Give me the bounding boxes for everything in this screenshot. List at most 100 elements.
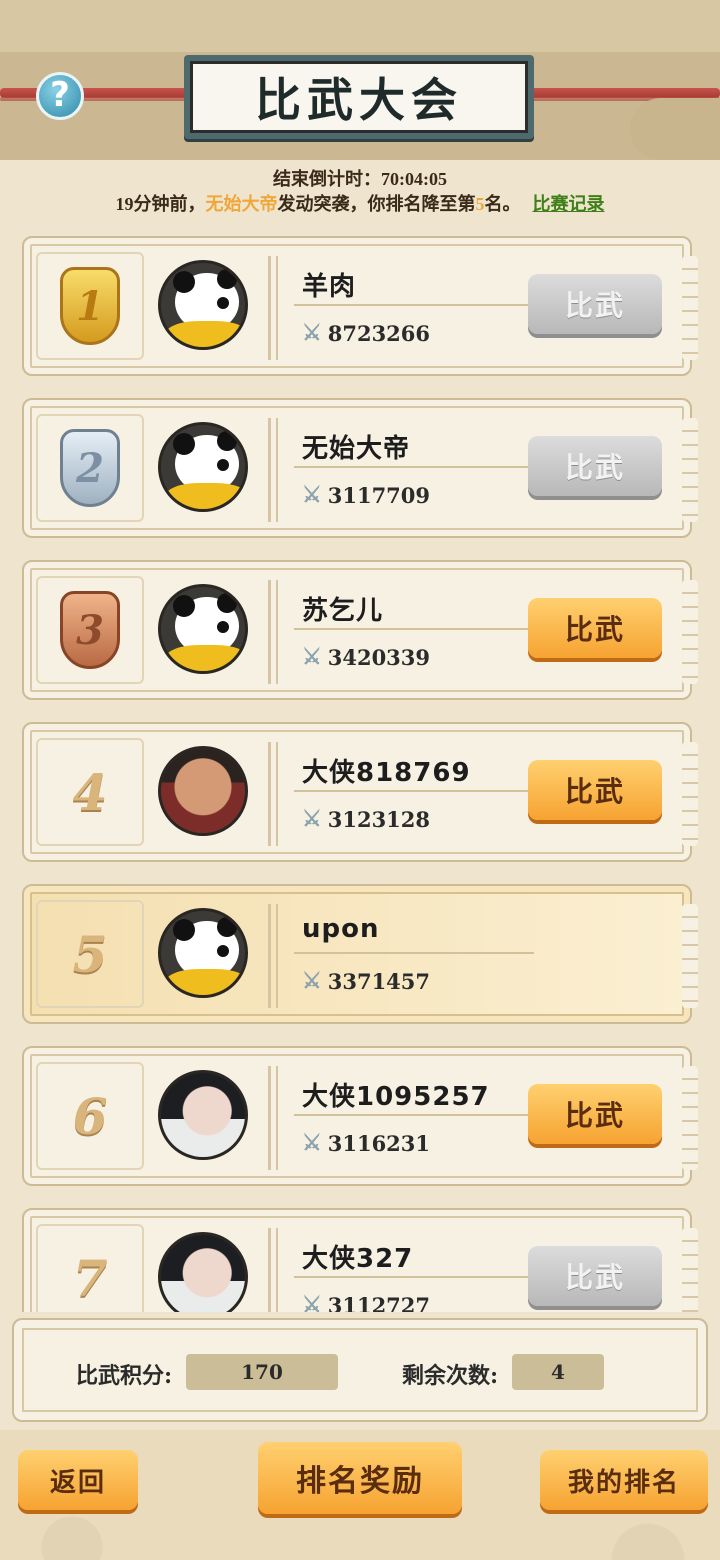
cloud-decoration <box>630 98 720 160</box>
scholar-avatar-icon <box>161 1235 245 1312</box>
separator-line <box>294 1276 534 1278</box>
challenge-button[interactable]: 比武 <box>528 760 662 820</box>
crossed-swords-icon: ⚔ <box>302 1130 322 1156</box>
notice-rank: 5 <box>475 194 485 214</box>
rank-badge: 5 <box>36 900 144 1008</box>
gold-medal-icon: 1 <box>60 267 120 345</box>
rank-card: 7 大侠327 ⚔ 3112727 比武 <box>22 1208 698 1312</box>
combat-power: ⚔ 3117709 <box>302 482 430 508</box>
separator-line <box>294 628 534 630</box>
title-plaque: 比武大会 <box>184 55 534 139</box>
challenge-button[interactable]: 比武 <box>528 436 662 496</box>
divider <box>268 904 278 1008</box>
scholar-avatar-icon <box>161 1073 245 1157</box>
remaining-value: 4 <box>512 1354 604 1390</box>
notice-prefix: 19分钟前， <box>115 194 206 214</box>
player-avatar[interactable] <box>158 584 248 674</box>
rank-card: 1 羊肉 ⚔ 8723266 比武 <box>22 236 698 376</box>
player-name: 大侠818769 <box>302 758 471 788</box>
notice-middle: 发动突袭，你排名降至第 <box>277 194 476 214</box>
challenge-button[interactable]: 比武 <box>528 1246 662 1306</box>
my-rank-button[interactable]: 我的排名 <box>540 1450 708 1510</box>
panda-avatar-icon <box>161 263 245 347</box>
rank-badge: 1 <box>36 252 144 360</box>
combat-power: ⚔ 3420339 <box>302 644 430 670</box>
separator-line <box>294 1114 534 1116</box>
help-icon[interactable]: ? <box>36 72 84 120</box>
rank-badge: 6 <box>36 1062 144 1170</box>
divider <box>268 1228 278 1312</box>
attack-notice: 19分钟前，无始大帝发动突袭，你排名降至第5名。 比赛记录 <box>0 190 720 216</box>
divider <box>268 742 278 846</box>
scroll-edge-decoration <box>682 418 698 522</box>
countdown: 结束倒计时：70:04:05 <box>0 165 720 191</box>
rank-card: 5 upon ⚔ 3371457 <box>22 884 698 1024</box>
player-avatar[interactable] <box>158 422 248 512</box>
rank-card: 6 大侠1095257 ⚔ 3116231 比武 <box>22 1046 698 1186</box>
notice-suffix: 名。 <box>484 194 521 214</box>
scroll-edge-decoration <box>682 742 698 846</box>
challenge-button[interactable]: 比武 <box>528 598 662 658</box>
scroll-edge-decoration <box>682 580 698 684</box>
crossed-swords-icon: ⚔ <box>302 320 322 346</box>
footer: 返回 排名奖励 我的排名 <box>0 1430 720 1560</box>
rank-badge: 3 <box>36 576 144 684</box>
ranking-list[interactable]: 1 羊肉 ⚔ 8723266 比武 2 无始大帝 ⚔ 3117709 比武 3 苏乞儿 ⚔ 3420339… <box>0 232 720 1312</box>
back-button[interactable]: 返回 <box>18 1450 138 1510</box>
combat-power-value: 3420339 <box>327 644 431 670</box>
challenge-button[interactable]: 比武 <box>528 274 662 334</box>
crossed-swords-icon: ⚔ <box>302 482 322 508</box>
combat-power: ⚔ 3123128 <box>302 806 430 832</box>
combat-power-value: 3117709 <box>327 482 431 508</box>
separator-line <box>294 466 534 468</box>
rank-badge: 2 <box>36 414 144 522</box>
countdown-value: 70:04:05 <box>381 169 447 189</box>
scroll-edge-decoration <box>682 1066 698 1170</box>
player-name: 大侠1095257 <box>302 1082 490 1112</box>
page-title: 比武大会 <box>255 73 463 127</box>
crossed-swords-icon: ⚔ <box>302 1292 322 1312</box>
player-name: 大侠327 <box>302 1244 414 1274</box>
silver-medal-icon: 2 <box>60 429 120 507</box>
scroll-edge-decoration <box>682 256 698 360</box>
points-value: 170 <box>186 1354 338 1390</box>
panda-avatar-icon <box>161 587 245 671</box>
challenge-button[interactable]: 比武 <box>528 1084 662 1144</box>
warrior-avatar-icon <box>161 749 245 833</box>
rank-badge: 4 <box>36 738 144 846</box>
player-avatar[interactable] <box>158 1070 248 1160</box>
bronze-medal-icon: 3 <box>60 591 120 669</box>
rank-number: 4 <box>72 762 108 822</box>
stats-panel: 比武积分: 170 剩余次数: 4 <box>12 1318 708 1422</box>
player-name: 羊肉 <box>302 272 357 302</box>
scroll-edge-decoration <box>682 1228 698 1312</box>
rank-badge: 7 <box>36 1224 144 1312</box>
attacker-name: 无始大帝 <box>205 194 278 214</box>
panda-avatar-icon <box>161 911 245 995</box>
combat-power: ⚔ 3116231 <box>302 1130 430 1156</box>
match-record-link[interactable]: 比赛记录 <box>533 194 605 214</box>
combat-power: ⚔ 8723266 <box>302 320 430 346</box>
rank-card: 2 无始大帝 ⚔ 3117709 比武 <box>22 398 698 538</box>
player-name: 苏乞儿 <box>302 596 384 626</box>
divider <box>268 1066 278 1170</box>
combat-power: ⚔ 3112727 <box>302 1292 430 1312</box>
divider <box>268 256 278 360</box>
player-avatar[interactable] <box>158 746 248 836</box>
rank-number: 5 <box>72 924 108 984</box>
player-avatar[interactable] <box>158 260 248 350</box>
player-name: upon <box>302 914 380 944</box>
crossed-swords-icon: ⚔ <box>302 806 322 832</box>
player-avatar[interactable] <box>158 1232 248 1312</box>
player-avatar[interactable] <box>158 908 248 998</box>
points-label: 比武积分: <box>76 1363 173 1389</box>
divider <box>268 418 278 522</box>
combat-power-value: 3123128 <box>327 806 431 832</box>
player-name: 无始大帝 <box>302 434 411 464</box>
rank-rewards-button[interactable]: 排名奖励 <box>258 1442 462 1514</box>
combat-power-value: 3112727 <box>327 1292 431 1313</box>
countdown-label: 结束倒计时： <box>273 169 381 189</box>
rank-number: 6 <box>72 1086 108 1146</box>
combat-power: ⚔ 3371457 <box>302 968 430 994</box>
divider <box>268 580 278 684</box>
